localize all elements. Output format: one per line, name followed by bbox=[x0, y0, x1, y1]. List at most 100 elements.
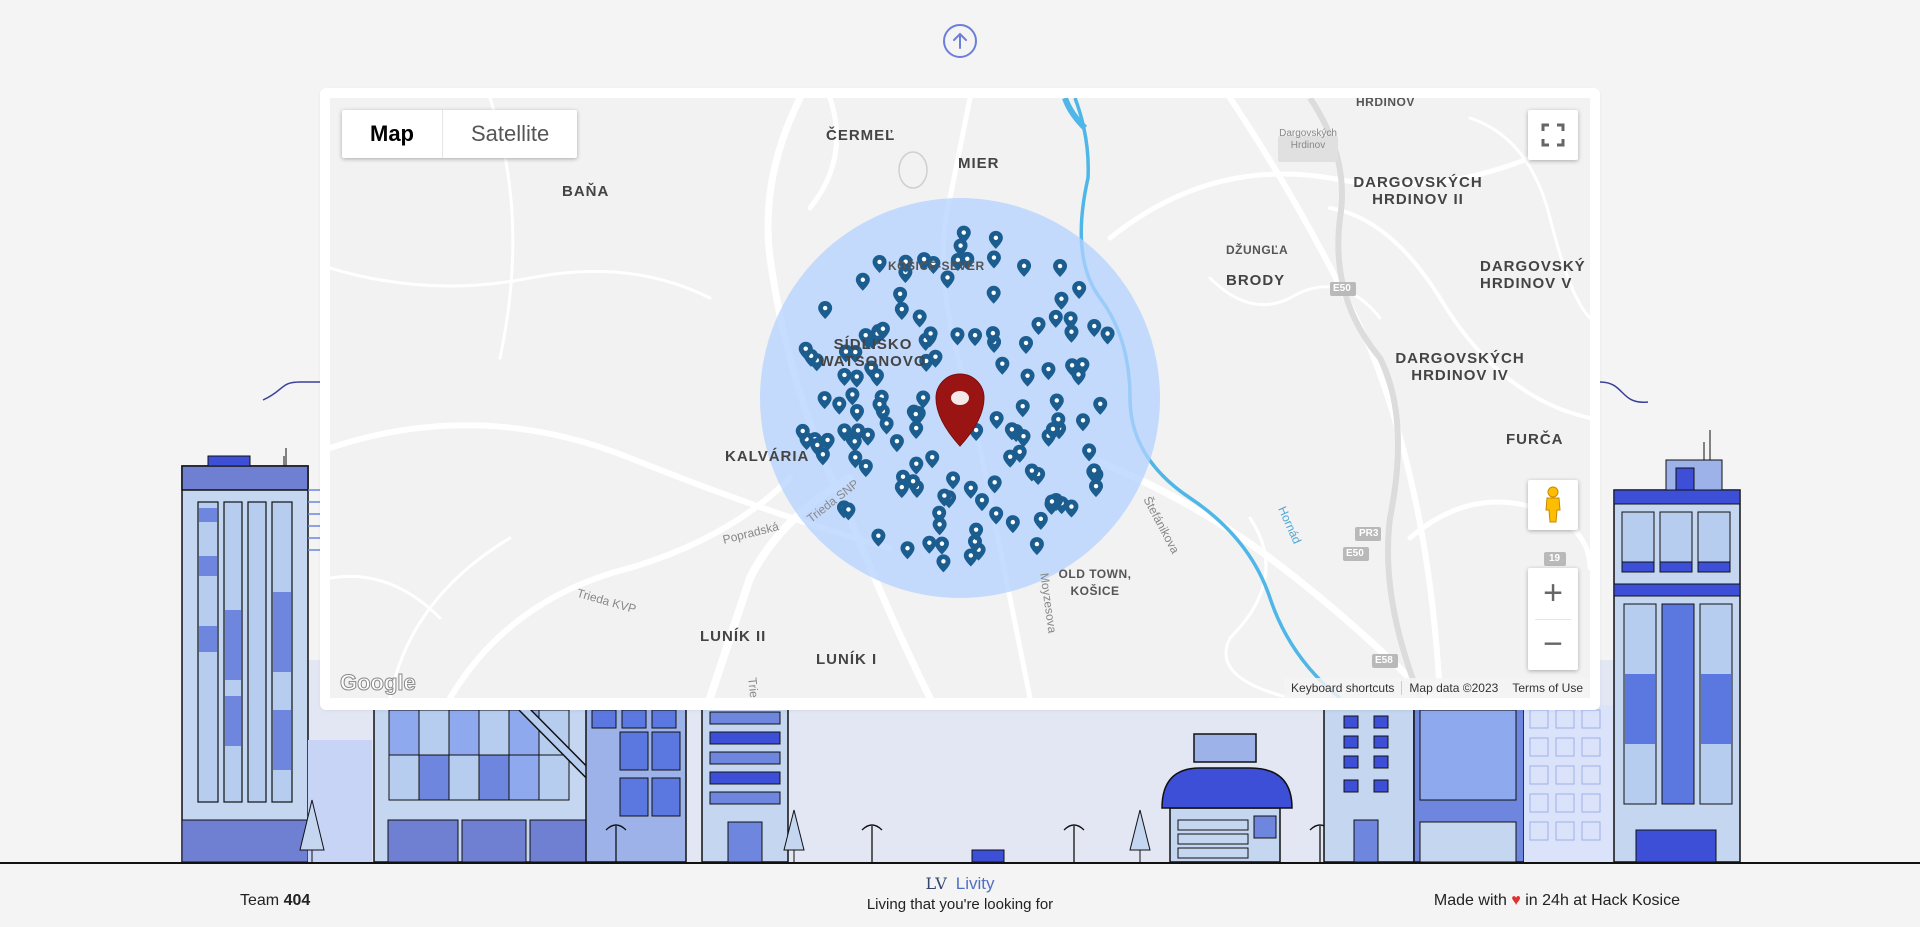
listing-marker-dot bbox=[1076, 285, 1082, 291]
listing-marker-dot bbox=[837, 401, 842, 406]
listing-marker-dot bbox=[877, 401, 882, 407]
listing-marker-dot bbox=[1105, 331, 1110, 336]
listing-marker-dot bbox=[1021, 433, 1026, 439]
listing-marker-dot bbox=[941, 559, 946, 564]
listing-marker-dot bbox=[937, 522, 942, 527]
place-label-kosice-sever: KOŠICE-SEVER bbox=[888, 259, 985, 273]
zoom-in-button[interactable]: + bbox=[1528, 568, 1578, 619]
street-view-pegman-button[interactable] bbox=[1528, 480, 1578, 530]
listing-marker-dot bbox=[927, 540, 932, 545]
arrow-up-icon bbox=[953, 32, 967, 49]
listing-marker-dot bbox=[991, 255, 997, 260]
listing-marker-dot bbox=[897, 291, 903, 297]
listing-marker-dot bbox=[1053, 314, 1059, 320]
listing-marker-dot bbox=[991, 290, 996, 295]
scroll-top-button[interactable] bbox=[943, 24, 977, 58]
listing-marker-dot bbox=[899, 484, 905, 490]
listing-marker-dot bbox=[1038, 516, 1044, 522]
listing-marker-dot bbox=[1000, 361, 1005, 366]
page: E50 E50 PR3 19 E58 ČERMEĽ MIER HRDINOV D… bbox=[0, 0, 1920, 927]
map-view[interactable]: E50 E50 PR3 19 E58 ČERMEĽ MIER HRDINOV D… bbox=[330, 98, 1590, 698]
listing-marker-dot bbox=[992, 480, 997, 485]
brand-logo[interactable]: LV bbox=[925, 874, 947, 893]
map-attribution: Keyboard shortcuts Map data ©2023 Terms … bbox=[1284, 678, 1590, 698]
place-label-dzungla: DŽUNGĽA bbox=[1226, 243, 1289, 257]
google-logo[interactable]: Google bbox=[340, 670, 417, 696]
listing-marker-dot bbox=[1069, 363, 1075, 368]
listing-marker-dot bbox=[905, 546, 910, 551]
listing-marker-dot bbox=[973, 527, 979, 532]
listing-marker-dot bbox=[1054, 398, 1059, 403]
place-label-dargovskych-box: Dargovských Hrdinov bbox=[1279, 128, 1337, 151]
terms-of-use-link[interactable]: Terms of Use bbox=[1505, 681, 1590, 695]
place-label-dargovskych-hrdinov-iv: DARGOVSKÝCH HRDINOV IV bbox=[1395, 350, 1525, 384]
place-label-lunik-ii: LUNÍK II bbox=[700, 628, 767, 645]
listing-marker-dot bbox=[928, 331, 933, 336]
listing-marker-dot bbox=[815, 442, 820, 448]
road-shield-e50: E50 bbox=[1346, 548, 1364, 559]
listing-marker-dot bbox=[1057, 263, 1063, 269]
listing-marker-dot bbox=[942, 493, 947, 498]
listing-marker-dot bbox=[884, 421, 889, 426]
map-type-map-button[interactable]: Map bbox=[342, 110, 443, 158]
place-label-bana: BAŇA bbox=[562, 183, 610, 200]
place-label-kalvaria: KALVÁRIA bbox=[725, 448, 810, 465]
pegman-icon bbox=[1545, 486, 1561, 523]
listing-marker-dot bbox=[910, 478, 916, 484]
listing-marker-dot bbox=[1056, 417, 1061, 422]
listing-marker-dot bbox=[822, 395, 827, 401]
listing-marker-dot bbox=[854, 374, 859, 379]
listing-marker-dot bbox=[958, 243, 963, 248]
listing-marker-dot bbox=[899, 306, 905, 312]
place-label-sidlisko-watsonovo: SÍDLISKO WATSONOVO bbox=[819, 336, 927, 370]
listing-marker-dot bbox=[825, 437, 830, 443]
listing-marker-dot bbox=[994, 415, 999, 421]
listing-marker-dot bbox=[1093, 483, 1099, 489]
listing-marker-dot bbox=[863, 463, 869, 469]
listing-marker-dot bbox=[990, 330, 996, 336]
made-prefix: Made with bbox=[1433, 892, 1507, 909]
footer: Team 404 LV Livity Living that you're loo… bbox=[0, 862, 1920, 927]
road-shield-e58: E58 bbox=[1375, 655, 1393, 666]
listing-marker-dot bbox=[913, 411, 918, 417]
listing-marker-dot bbox=[1025, 373, 1030, 378]
listing-marker-dot bbox=[876, 533, 881, 538]
zoom-out-button[interactable]: − bbox=[1528, 619, 1578, 670]
street-label-trieda: Tried bbox=[745, 676, 762, 698]
place-label-dargovsky-hrdinov-v: DARGOVSKÝ HRDINOV V bbox=[1480, 258, 1586, 292]
brand-name[interactable]: Livity bbox=[956, 874, 995, 893]
listing-marker-dot bbox=[852, 439, 857, 444]
listing-marker-dot bbox=[874, 373, 880, 378]
map-data-text: Map data ©2023 bbox=[1409, 681, 1499, 695]
listing-marker-dot bbox=[1046, 366, 1051, 372]
listing-marker-dot bbox=[961, 230, 966, 235]
road-shield-pr3: PR3 bbox=[1359, 528, 1379, 539]
listing-marker-dot bbox=[1092, 323, 1097, 329]
listing-marker-dot bbox=[820, 452, 826, 457]
listing-marker-dot bbox=[877, 259, 882, 265]
map-type-satellite-button[interactable]: Satellite bbox=[443, 110, 577, 158]
listing-marker-dot bbox=[920, 395, 926, 400]
listing-marker-dot bbox=[853, 455, 858, 460]
place-label-mier: MIER bbox=[958, 155, 1000, 172]
fullscreen-button[interactable] bbox=[1528, 110, 1578, 160]
road-shield-e50: E50 bbox=[1333, 283, 1351, 294]
place-label-cermel: ČERMEĽ bbox=[826, 127, 896, 144]
place-label-brody: BRODY bbox=[1226, 272, 1286, 289]
listing-marker-dot bbox=[900, 474, 906, 479]
listing-marker-dot bbox=[854, 408, 860, 414]
listing-marker-dot bbox=[855, 428, 861, 433]
listing-marker-dot bbox=[930, 455, 935, 460]
listing-marker-dot bbox=[993, 235, 999, 241]
made-with-credit: Made with ♥ in 24h at Hack Kosice bbox=[1434, 892, 1680, 910]
listing-marker-dot bbox=[1034, 541, 1040, 547]
listing-marker-dot bbox=[1086, 448, 1092, 453]
place-label-old-town: OLD TOWN, KOŠICE bbox=[1058, 567, 1132, 598]
listing-marker-dot bbox=[968, 485, 974, 490]
listing-marker-dot bbox=[936, 510, 942, 515]
listing-marker-dot bbox=[1080, 418, 1086, 423]
keyboard-shortcuts-link[interactable]: Keyboard shortcuts bbox=[1284, 681, 1401, 695]
place-label-hrdinov: HRDINOV bbox=[1356, 98, 1415, 109]
listing-marker-dot bbox=[800, 428, 805, 434]
listing-marker-dot bbox=[972, 332, 978, 338]
